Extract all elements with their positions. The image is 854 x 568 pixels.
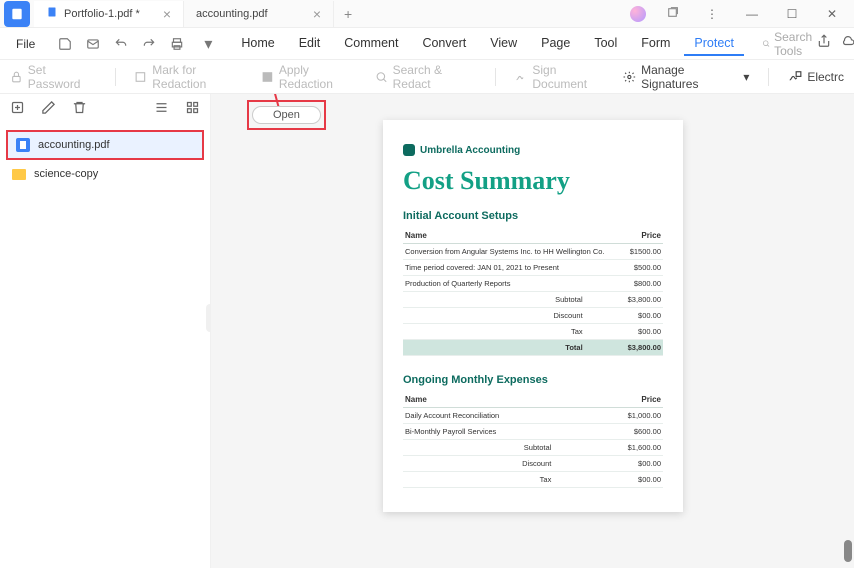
manage-signatures-button[interactable]: Manage Signatures▾ [623,63,749,91]
menu-tool[interactable]: Tool [584,32,627,56]
tab-portfolio[interactable]: Portfolio-1.pdf * × [34,1,184,27]
search-redact-button[interactable]: Search & Redact [375,63,476,91]
brand-name: Umbrella Accounting [420,145,520,156]
menubar: File ▾ HomeEditCommentConvertViewPageToo… [0,28,854,60]
apply-redaction-button[interactable]: Apply Redaction [261,63,359,91]
protect-toolbar: Set Password Mark for Redaction Apply Re… [0,60,854,94]
list-view-icon[interactable] [154,100,169,120]
mark-redaction-button[interactable]: Mark for Redaction [134,63,245,91]
sidebar: accounting.pdf science-copy [0,94,211,568]
print-icon[interactable] [163,37,191,51]
menu-home[interactable]: Home [231,32,284,56]
open-button[interactable]: Open [252,106,321,124]
menu-edit[interactable]: Edit [289,32,331,56]
table-setups: NamePriceConversion from Angular Systems… [403,228,663,356]
menu-view[interactable]: View [480,32,527,56]
sidebar-item[interactable]: accounting.pdf [6,130,204,160]
close-icon[interactable]: × [163,6,171,22]
popup-icon[interactable] [658,6,686,22]
menu-file[interactable]: File [6,37,45,51]
menu-page[interactable]: Page [531,32,580,56]
minimize-icon[interactable]: — [738,7,766,21]
menu-form[interactable]: Form [631,32,680,56]
sidebar-item-label: science-copy [34,168,98,180]
tab-label: accounting.pdf [196,8,268,20]
brand-row: Umbrella Accounting [403,144,663,156]
folder-icon [12,169,26,180]
doc-title: Cost Summary [403,166,663,196]
menu-protect[interactable]: Protect [684,32,744,56]
grid-view-icon[interactable] [185,100,200,120]
document-icon [46,6,58,21]
table-expenses: NamePriceDaily Account Reconciliation$1,… [403,392,663,488]
menu-convert[interactable]: Convert [412,32,476,56]
mail-icon[interactable] [79,37,107,51]
new-tab-button[interactable]: + [334,6,362,22]
titlebar: Portfolio-1.pdf * × accounting.pdf × + ⋮… [0,0,854,28]
close-window-icon[interactable]: ✕ [818,7,846,21]
kebab-icon[interactable]: ⋮ [698,7,726,21]
document-icon [16,138,30,152]
app-icon [4,1,30,27]
close-icon[interactable]: × [313,6,321,22]
trash-icon[interactable] [72,100,87,120]
document-page: Umbrella Accounting Cost Summary Initial… [383,120,683,512]
save-icon[interactable] [51,37,79,51]
menu-comment[interactable]: Comment [334,32,408,56]
redo-icon[interactable] [135,37,163,51]
undo-icon[interactable] [107,37,135,51]
ai-orb-icon[interactable] [630,6,646,22]
set-password-button[interactable]: Set Password [10,63,96,91]
canvas: Open Umbrella Accounting Cost Summary In… [211,94,854,568]
open-button-highlight: Open [247,100,326,130]
tab-accounting[interactable]: accounting.pdf × [184,1,334,27]
scrollbar-thumb[interactable] [844,540,852,562]
section-heading: Initial Account Setups [403,210,663,222]
add-icon[interactable] [10,100,25,120]
sidebar-item[interactable]: science-copy [4,162,206,186]
sign-document-button[interactable]: Sign Document [515,63,608,91]
cloud-icon[interactable] [841,34,854,53]
tab-label: Portfolio-1.pdf * [64,8,140,20]
maximize-icon[interactable]: ☐ [778,7,806,21]
sidebar-item-label: accounting.pdf [38,139,110,151]
search-placeholder: Search Tools [774,30,817,58]
search-tools[interactable]: Search Tools [762,30,817,58]
share-icon[interactable] [817,34,831,53]
electronic-button[interactable]: Electrc [788,70,844,84]
umbrella-icon [403,144,415,156]
dropdown-icon[interactable]: ▾ [197,34,219,54]
section-heading: Ongoing Monthly Expenses [403,374,663,386]
edit-icon[interactable] [41,100,56,120]
